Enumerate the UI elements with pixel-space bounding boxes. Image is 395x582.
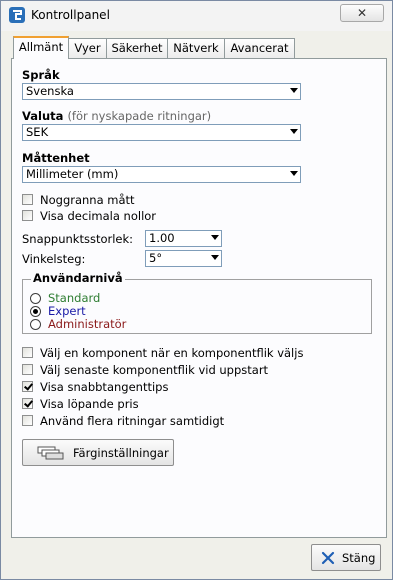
tab-allmant[interactable]: Allmänt bbox=[13, 36, 69, 59]
currency-value: SEK bbox=[26, 125, 49, 139]
angle-step-select[interactable]: 5° bbox=[145, 250, 222, 267]
checkbox-box[interactable] bbox=[22, 347, 33, 358]
checkbox-multiple-drawings[interactable]: Använd flera ritningar samtidigt bbox=[22, 414, 362, 429]
checkbox-label: Noggranna mått bbox=[40, 193, 135, 207]
unit-select[interactable]: Millimeter (mm) bbox=[22, 166, 301, 183]
checkbox-label: Visa löpande pris bbox=[40, 397, 139, 411]
angle-step-value: 5° bbox=[149, 251, 163, 265]
angle-step-label: Vinkelsteg: bbox=[22, 252, 86, 266]
chevron-down-icon bbox=[211, 235, 219, 240]
radio-standard[interactable] bbox=[30, 293, 41, 304]
checkbox-show-decimal-zeros[interactable]: Visa decimala nollor bbox=[22, 209, 322, 224]
tab-sakerhet[interactable]: Säkerhet bbox=[106, 38, 168, 58]
checkbox-label: Visa decimala nollor bbox=[40, 209, 157, 223]
app-logo-icon bbox=[9, 7, 25, 23]
unit-value: Millimeter (mm) bbox=[26, 167, 119, 181]
window-close-button[interactable]: ✕ bbox=[340, 4, 384, 22]
radio-label-expert[interactable]: Expert bbox=[48, 304, 86, 318]
title-bar: Kontrollpanel ✕ bbox=[1, 1, 392, 31]
chevron-down-icon bbox=[211, 255, 219, 260]
x-close-icon bbox=[321, 551, 335, 565]
currency-select[interactable]: SEK bbox=[22, 124, 301, 141]
chevron-down-icon bbox=[290, 171, 298, 176]
checkbox-box[interactable] bbox=[22, 415, 33, 426]
control-panel-window: Kontrollpanel ✕ Allmänt Vyer Säkerhet Nä… bbox=[0, 0, 393, 580]
radio-expert[interactable] bbox=[30, 306, 41, 317]
checkbox-label: Visa snabbtangenttips bbox=[40, 380, 169, 394]
user-level-group: Användarnivå Standard Expert Administrat… bbox=[22, 271, 372, 334]
radio-administrator[interactable] bbox=[30, 319, 41, 330]
language-select[interactable]: Svenska bbox=[22, 83, 301, 100]
color-settings-label: Färginställningar bbox=[73, 446, 169, 460]
color-swatches-icon bbox=[37, 446, 64, 460]
snap-size-label: Snappunktsstorlek: bbox=[22, 232, 134, 246]
checkbox-box[interactable] bbox=[22, 364, 33, 375]
checkbox-label: Välj en komponent när en komponentflik v… bbox=[40, 346, 304, 360]
radio-label-administrator[interactable]: Administratör bbox=[48, 317, 126, 331]
checkbox-box[interactable] bbox=[22, 398, 33, 409]
tab-vyer[interactable]: Vyer bbox=[68, 38, 107, 58]
color-settings-button[interactable]: Färginställningar bbox=[22, 439, 174, 466]
unit-label: Måttenhet bbox=[22, 151, 90, 165]
close-button[interactable]: Stäng bbox=[311, 544, 381, 571]
language-value: Svenska bbox=[26, 84, 74, 98]
chevron-down-icon bbox=[290, 129, 298, 134]
checkbox-box[interactable] bbox=[22, 210, 33, 221]
user-level-title: Användarnivå bbox=[31, 271, 125, 285]
tab-natverk[interactable]: Nätverk bbox=[167, 38, 225, 58]
checkbox-box[interactable] bbox=[22, 381, 33, 392]
checkbox-box[interactable] bbox=[22, 194, 33, 205]
checkbox-label: Använd flera ritningar samtidigt bbox=[40, 414, 225, 428]
close-label: Stäng bbox=[342, 551, 376, 565]
snap-size-select[interactable]: 1.00 bbox=[145, 230, 222, 247]
checkbox-select-component-on-tab[interactable]: Välj en komponent när en komponentflik v… bbox=[22, 346, 362, 361]
chevron-down-icon bbox=[290, 88, 298, 93]
tab-avancerat[interactable]: Avancerat bbox=[224, 38, 295, 58]
snap-size-value: 1.00 bbox=[149, 231, 175, 245]
checkbox-show-running-price[interactable]: Visa löpande pris bbox=[22, 397, 362, 412]
radio-label-standard[interactable]: Standard bbox=[48, 291, 100, 305]
currency-sublabel: (för nyskapade ritningar) bbox=[67, 109, 212, 123]
currency-label-text: Valuta bbox=[22, 109, 64, 123]
checkbox-accurate-measures[interactable]: Noggranna mått bbox=[22, 193, 322, 208]
window-title: Kontrollpanel bbox=[31, 8, 110, 22]
checkbox-show-shortcut-tips[interactable]: Visa snabbtangenttips bbox=[22, 380, 362, 395]
currency-label: Valuta (för nyskapade ritningar) bbox=[22, 109, 211, 123]
checkbox-select-last-tab-on-start[interactable]: Välj senaste komponentflik vid uppstart bbox=[22, 363, 362, 378]
language-label: Språk bbox=[22, 68, 60, 82]
checkbox-label: Välj senaste komponentflik vid uppstart bbox=[40, 363, 269, 377]
